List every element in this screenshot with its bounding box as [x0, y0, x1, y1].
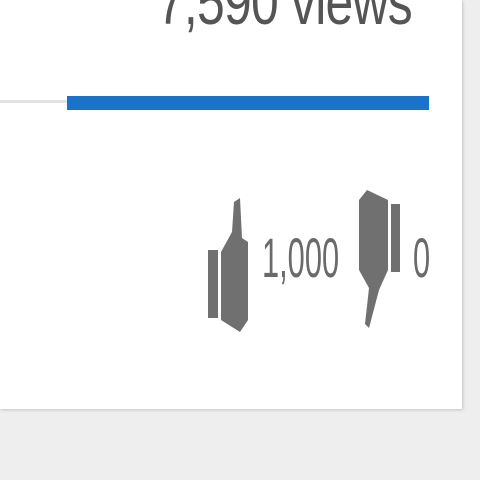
- thumbs-down-icon: [359, 190, 400, 328]
- view-count: 7,590 views: [156, 0, 413, 38]
- thumbs-up-icon: [208, 198, 248, 332]
- dislike-button[interactable]: [355, 188, 403, 330]
- like-count: 1,000: [262, 226, 340, 289]
- like-button[interactable]: [204, 196, 252, 334]
- sentiment-bar-likes: [67, 96, 429, 110]
- dislike-count: 0: [413, 226, 431, 289]
- stage: 7,590 views 1,000 0: [0, 0, 480, 480]
- video-stats-card: 7,590 views 1,000 0: [0, 0, 462, 409]
- sentiment-bar-track: [0, 100, 67, 103]
